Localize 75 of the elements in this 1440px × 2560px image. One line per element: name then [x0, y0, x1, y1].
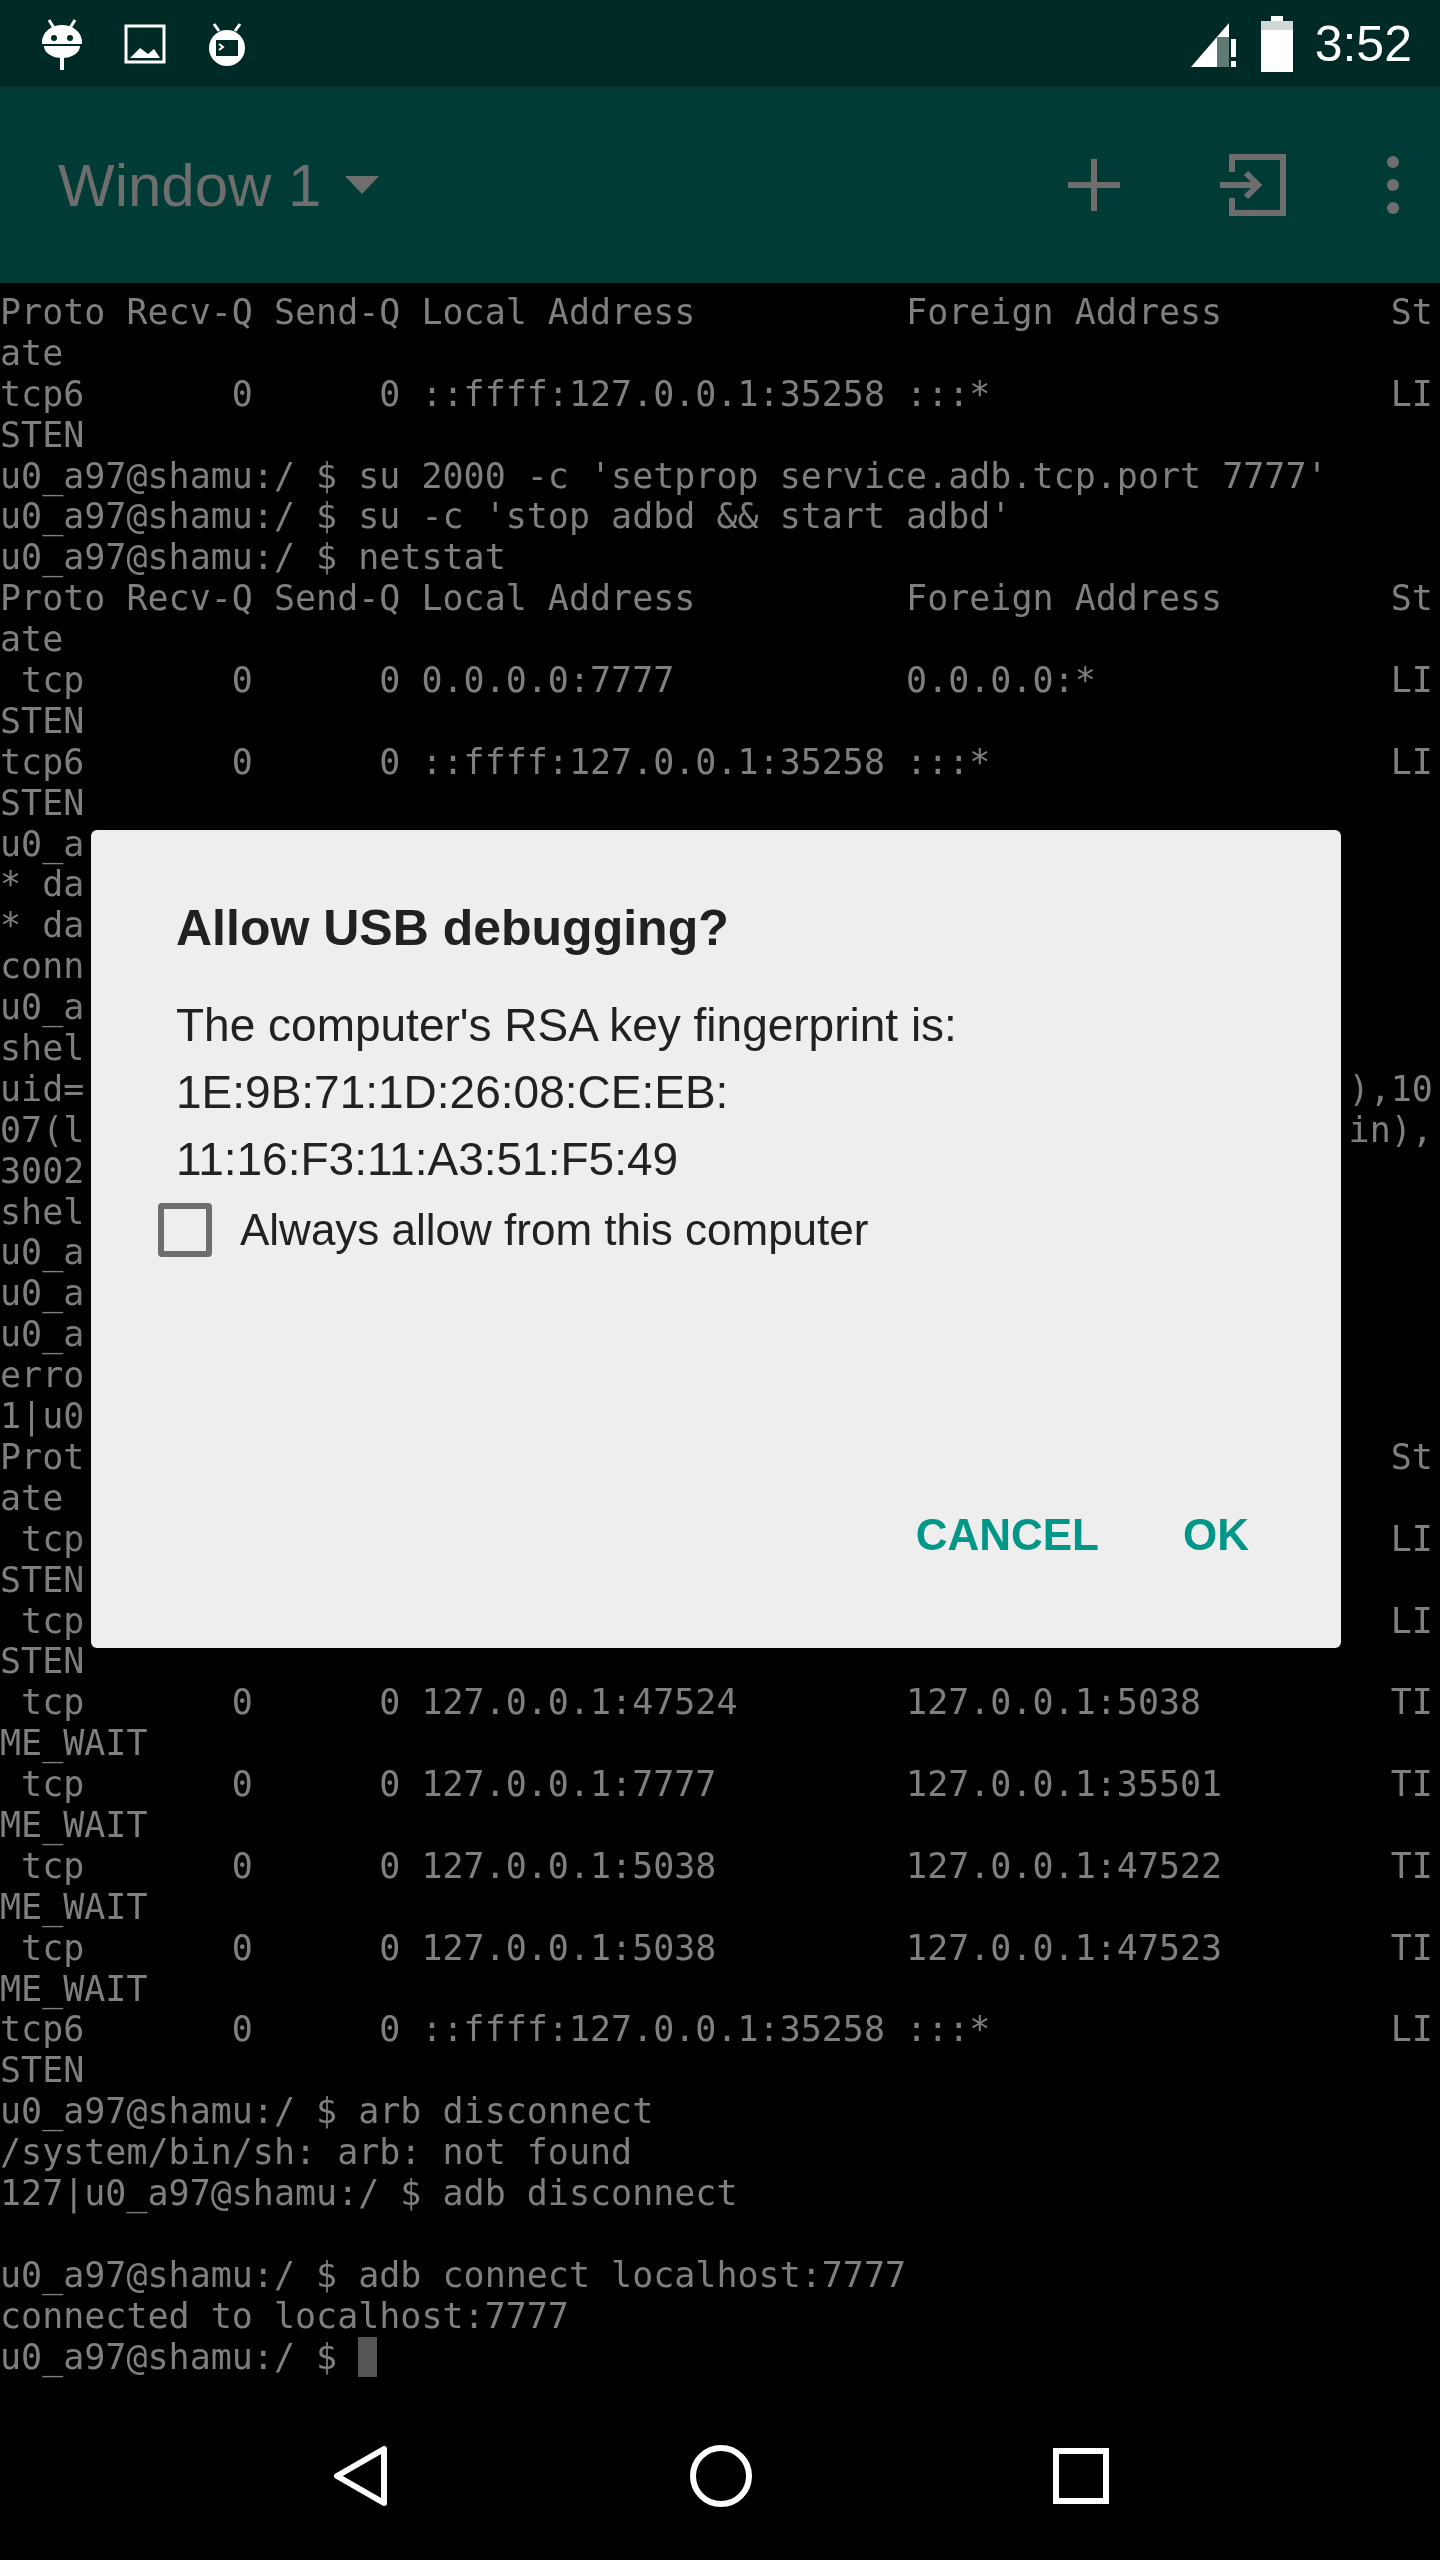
terminal-text: Prot — [0, 1436, 85, 1478]
terminal-text: uid= — [0, 1068, 85, 1110]
terminal-prompt: u0_a97@shamu:/ $ — [0, 2336, 339, 2378]
terminal-text: u0_a — [0, 1232, 85, 1274]
terminal-text: St — [1390, 1436, 1433, 1478]
terminal-text: tcp — [20, 1518, 85, 1560]
clock: 3:52 — [1314, 14, 1412, 73]
more-icon[interactable] — [1386, 155, 1400, 215]
checkbox[interactable] — [158, 1203, 212, 1257]
terminal-line: tcp 0 0 127.0.0.1:5038 127.0.0.1:47522 TI — [21, 1845, 1433, 1887]
terminal-line: ME_WAIT — [0, 1804, 148, 1846]
dialog-button[interactable]: OK — [1151, 1494, 1281, 1576]
terminal-text: 07(l — [0, 1109, 85, 1151]
terminal-line: ME_WAIT — [0, 1968, 148, 2010]
terminal-line: u0_a97@shamu:/ $ arb disconnect — [0, 2091, 654, 2133]
terminal-line: tcp 0 0 0.0.0.0:7777 0.0.0.0:* LI — [20, 660, 1433, 701]
terminal-line: connected to localhost:7777 — [0, 2295, 569, 2337]
terminal-line: STEN — [0, 1641, 85, 1683]
terminal-line: ME_WAIT — [0, 1886, 148, 1928]
battery-icon — [1260, 15, 1293, 72]
terminal-text: u0_a — [0, 987, 85, 1029]
terminal-text: LI — [1390, 1518, 1433, 1560]
terminal-text: 3002 — [0, 1150, 85, 1192]
terminal-line: Proto Recv-Q Send-Q Local Address Foreign Address St — [0, 578, 1433, 620]
terminal-line: Proto Recv-Q Send-Q Local Address Foreign Address St — [0, 292, 1433, 333]
terminal-text: shel — [0, 1191, 85, 1233]
terminal-line: 127|u0_a97@shamu:/ $ adb disconnect — [0, 2172, 738, 2214]
terminal-text: u0_a — [0, 823, 85, 865]
terminal-line: tcp6 0 0 ::ffff:127.0.0.1:35258 :::* LI — [0, 2009, 1433, 2051]
terminal-line: u0_a97@shamu:/ $ adb connect localhost:7777 — [0, 2254, 907, 2296]
terminal-line: ME_WAIT — [0, 1723, 148, 1765]
terminal-line: u0_a97@shamu:/ $ su -c 'stop adbd && start adbd' — [0, 496, 1012, 538]
caret-icon — [345, 176, 380, 194]
terminal-line: ate — [0, 332, 64, 374]
terminal-line: STEN — [0, 414, 85, 456]
terminal-text: u0_a — [0, 1314, 85, 1356]
terminal-line: tcp6 0 0 ::ffff:127.0.0.1:35258 :::* LI — [0, 741, 1433, 783]
terminal-line: /system/bin/sh: arb: not found — [0, 2132, 633, 2173]
terminal-icon — [206, 21, 248, 66]
terminal-line: STEN — [0, 2050, 85, 2092]
terminal-text: * da — [0, 905, 85, 947]
terminal-text: conn — [0, 946, 85, 988]
plus-icon[interactable] — [1068, 159, 1120, 211]
terminal-text: shel — [0, 1028, 85, 1069]
back-icon[interactable] — [331, 2443, 389, 2508]
terminal-text: ),10 — [1348, 1068, 1433, 1110]
terminal-line: STEN — [0, 782, 85, 824]
terminal-line: tcp 0 0 127.0.0.1:47524 127.0.0.1:5038 TI — [20, 1682, 1433, 1724]
dialog-button[interactable]: CANCEL — [883, 1494, 1131, 1576]
checkbox-label[interactable]: Always allow from this computer — [240, 1205, 869, 1255]
terminal-line: tcp 0 0 127.0.0.1:7777 127.0.0.1:35501 TI — [20, 1764, 1433, 1805]
terminal-text: u0_a — [0, 1273, 85, 1315]
terminal-cursor — [358, 2336, 378, 2377]
window-dropdown[interactable]: Window 1 — [58, 150, 380, 220]
image-icon — [124, 23, 166, 64]
terminal-text: erro — [0, 1355, 85, 1397]
robot-icon — [40, 17, 84, 70]
terminal-text: STEN — [0, 1559, 85, 1601]
dialog-message: The computer's RSA key fingerprint is: 1E:9B:71:1D:26:08:CE:EB: 11:16:F3:11:A3:51:F5:49 — [176, 998, 958, 1187]
terminal-line: STEN — [0, 700, 85, 742]
terminal-line: tcp 0 0 127.0.0.1:5038 127.0.0.1:47523 TI — [21, 1927, 1433, 1969]
terminal-line: u0_a97@shamu:/ $ netstat — [0, 537, 506, 579]
terminal-text: 1|u0 — [0, 1396, 85, 1437]
enter-icon[interactable] — [1220, 154, 1286, 216]
home-icon[interactable] — [689, 2443, 753, 2508]
terminal-text: in), — [1348, 1109, 1433, 1151]
terminal-text: tcp — [20, 1600, 85, 1642]
recents-icon[interactable] — [1053, 2447, 1109, 2504]
terminal-text: ate — [0, 1477, 64, 1519]
terminal-line: u0_a97@shamu:/ $ su 2000 -c 'setprop service.adb.tcp.port 7777' — [0, 455, 1328, 497]
dialog-title: Allow USB debugging? — [176, 899, 730, 958]
terminal-text: LI — [1390, 1600, 1433, 1642]
terminal-line: ate — [0, 619, 64, 660]
terminal-text: * da — [0, 864, 85, 906]
terminal-line: tcp6 0 0 ::ffff:127.0.0.1:35258 :::* LI — [0, 373, 1433, 415]
